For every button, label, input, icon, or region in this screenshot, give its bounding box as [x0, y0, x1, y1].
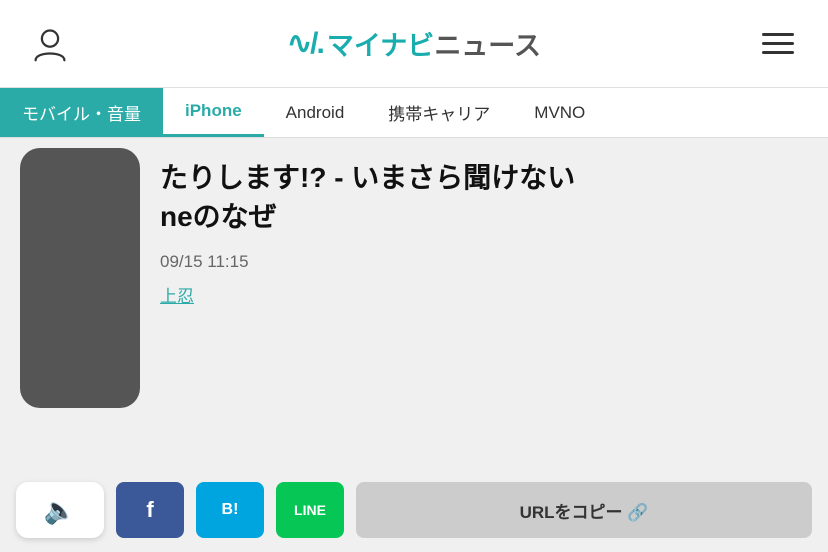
tab-mvno-label: MVNO [534, 103, 585, 123]
menu-button[interactable] [756, 22, 800, 66]
main-content: たりします!? - いまさら聞けない neのなぜ 09/15 11:15 上忍 [0, 138, 828, 398]
logo-brand: マイナビ [327, 24, 434, 63]
hatena-label: B! [222, 501, 239, 519]
article-title-line2: neのなぜ [160, 197, 808, 236]
tab-android[interactable]: Android [264, 88, 367, 137]
logo-news: ニュース [434, 24, 541, 63]
url-copy-label: URLをコピー 🔗 [520, 498, 649, 523]
tab-mobile[interactable]: モバイル・音量 [0, 88, 163, 137]
article-date: 09/15 11:15 [160, 252, 808, 272]
facebook-share-button[interactable]: f [116, 482, 184, 538]
facebook-label: f [146, 497, 153, 523]
menu-bar-2 [762, 42, 794, 45]
article-title-line1: たりします!? - いまさら聞けない [160, 158, 808, 197]
tab-iphone-label: iPhone [185, 101, 242, 121]
tab-carrier[interactable]: 携帯キャリア [366, 88, 512, 137]
article-title: たりします!? - いまさら聞けない neのなぜ [160, 158, 808, 236]
hatena-share-button[interactable]: B! [196, 482, 264, 538]
tab-carrier-label: 携帯キャリア [388, 100, 490, 125]
site-logo[interactable]: ∿/. マイナビ ニュース [287, 24, 541, 63]
sound-button[interactable]: 🔈 [16, 482, 104, 538]
menu-bar-3 [762, 51, 794, 54]
logo-wave: ∿/. [287, 26, 323, 61]
share-bar: 🔈 f B! LINE URLをコピー 🔗 [0, 468, 828, 552]
sound-icon: 🔈 [44, 495, 76, 526]
line-label: LINE [294, 502, 326, 518]
menu-bar-1 [762, 33, 794, 36]
navigation-tabs: モバイル・音量 iPhone Android 携帯キャリア MVNO [0, 88, 828, 138]
volume-indicator [20, 148, 140, 408]
tab-mobile-label: モバイル・音量 [22, 100, 141, 125]
article-author[interactable]: 上忍 [160, 282, 808, 307]
url-copy-button[interactable]: URLをコピー 🔗 [356, 482, 812, 538]
tab-iphone[interactable]: iPhone [163, 88, 264, 137]
header: ∿/. マイナビ ニュース [0, 0, 828, 88]
tab-mvno[interactable]: MVNO [512, 88, 607, 137]
line-share-button[interactable]: LINE [276, 482, 344, 538]
tab-android-label: Android [286, 103, 345, 123]
user-account-icon[interactable] [28, 22, 72, 66]
